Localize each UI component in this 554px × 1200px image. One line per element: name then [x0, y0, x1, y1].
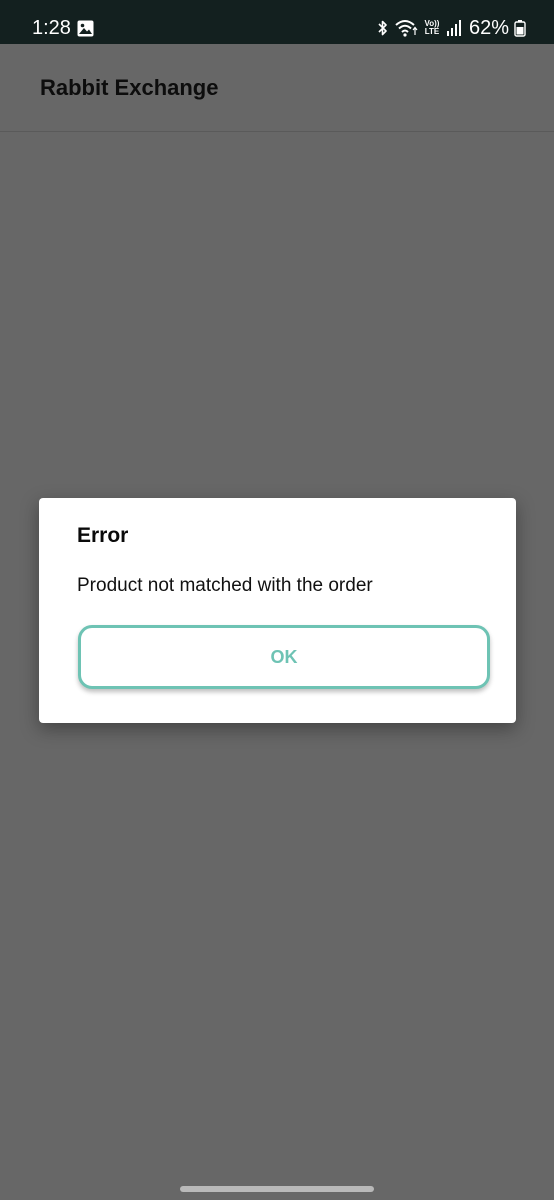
- volte-bottom-text: LTE: [424, 27, 440, 36]
- signal-icon: [446, 20, 461, 36]
- app-title: Rabbit Exchange: [40, 75, 219, 100]
- battery-percent: 62%: [468, 17, 509, 39]
- battery-icon: [514, 20, 526, 37]
- dialog-title: Error: [77, 524, 129, 547]
- error-dialog: Error Product not matched with the order…: [39, 498, 516, 723]
- volte-icon: Vo)) LTE: [423, 20, 441, 36]
- app-bar: Rabbit Exchange: [0, 44, 554, 132]
- gallery-icon: [77, 20, 94, 37]
- bluetooth-icon: [378, 20, 387, 36]
- status-icons: Vo)) LTE 62%: [377, 14, 526, 42]
- home-indicator[interactable]: [180, 1186, 374, 1192]
- wifi-icon: [395, 20, 418, 37]
- dialog-message: Product not matched with the order: [77, 575, 373, 596]
- status-bar: 1:28 Vo)) LTE 62%: [0, 0, 554, 44]
- ok-button[interactable]: OK: [78, 625, 490, 689]
- status-time: 1:28: [32, 17, 71, 39]
